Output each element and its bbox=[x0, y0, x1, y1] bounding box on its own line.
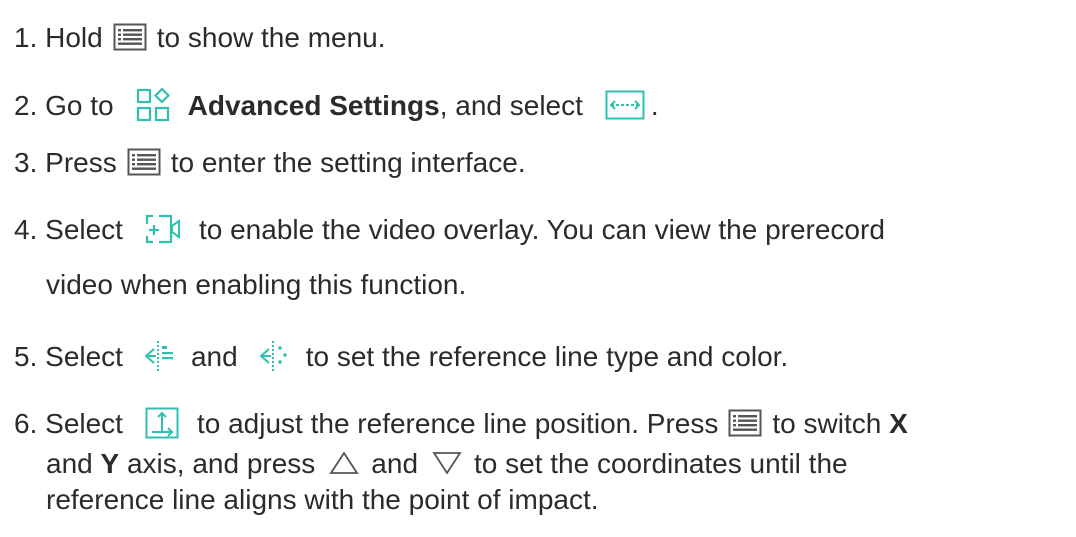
reference-line-color-icon bbox=[258, 339, 290, 373]
step-1: 1. Hold to show the menu. bbox=[14, 19, 386, 57]
step-text: and bbox=[371, 448, 419, 479]
step-text: to enable the video overlay. You can vie… bbox=[198, 214, 885, 245]
step-number: 6. bbox=[14, 408, 38, 439]
step-text: to set the reference line type and color… bbox=[305, 341, 789, 372]
advanced-settings-label: Advanced Settings bbox=[187, 90, 440, 121]
step-text: to enter the setting interface. bbox=[170, 147, 526, 178]
reference-position-icon bbox=[145, 407, 179, 439]
step-text: Select bbox=[45, 408, 123, 439]
step-text: and bbox=[46, 448, 93, 479]
menu-list-icon bbox=[127, 148, 161, 176]
step-text: Hold bbox=[45, 22, 103, 53]
menu-list-icon bbox=[728, 409, 762, 437]
step-text: , and select bbox=[439, 90, 583, 121]
step-text: and bbox=[190, 341, 238, 372]
reference-line-type-icon bbox=[143, 339, 175, 373]
step-4: 4. Select to enable the video overlay. Y… bbox=[14, 211, 885, 249]
step-5: 5. Select and to set the reference line … bbox=[14, 338, 788, 376]
up-triangle-icon bbox=[329, 450, 359, 475]
step-number: 2. bbox=[14, 90, 38, 121]
menu-list-icon bbox=[113, 23, 147, 51]
step-6: 6. Select to adjust the reference line p… bbox=[14, 405, 908, 443]
video-overlay-icon bbox=[145, 214, 181, 244]
step-number: 3. bbox=[14, 147, 38, 178]
step-number: 1. bbox=[14, 22, 38, 53]
step-text: to set the coordinates until the bbox=[474, 448, 848, 479]
advanced-settings-icon bbox=[136, 87, 170, 122]
step-6-continuation: and Y axis, and press and to set the coo… bbox=[46, 445, 848, 483]
step-text: Press bbox=[45, 147, 117, 178]
step-3: 3. Press to enter the setting interface. bbox=[14, 144, 526, 182]
step-number: 4. bbox=[14, 214, 38, 245]
step-6-continuation-2: reference line aligns with the point of … bbox=[46, 484, 599, 515]
step-text: to show the menu. bbox=[156, 22, 386, 53]
down-triangle-icon bbox=[432, 451, 462, 475]
zeroing-arrows-icon bbox=[605, 90, 645, 120]
step-text: . bbox=[650, 90, 659, 121]
step-number: 5. bbox=[14, 341, 38, 372]
step-text: Select bbox=[45, 341, 123, 372]
step-2: 2. Go to Advanced Settings, and select . bbox=[14, 87, 659, 125]
step-text: Select bbox=[45, 214, 123, 245]
axis-y-label: Y bbox=[100, 448, 120, 479]
step-text: to adjust the reference line position. P… bbox=[196, 408, 719, 439]
step-text: axis, and press bbox=[126, 448, 316, 479]
step-4-continuation: video when enabling this function. bbox=[46, 269, 467, 300]
axis-x-label: X bbox=[889, 408, 908, 439]
step-text: to switch bbox=[772, 408, 882, 439]
step-text: Go to bbox=[45, 90, 114, 121]
